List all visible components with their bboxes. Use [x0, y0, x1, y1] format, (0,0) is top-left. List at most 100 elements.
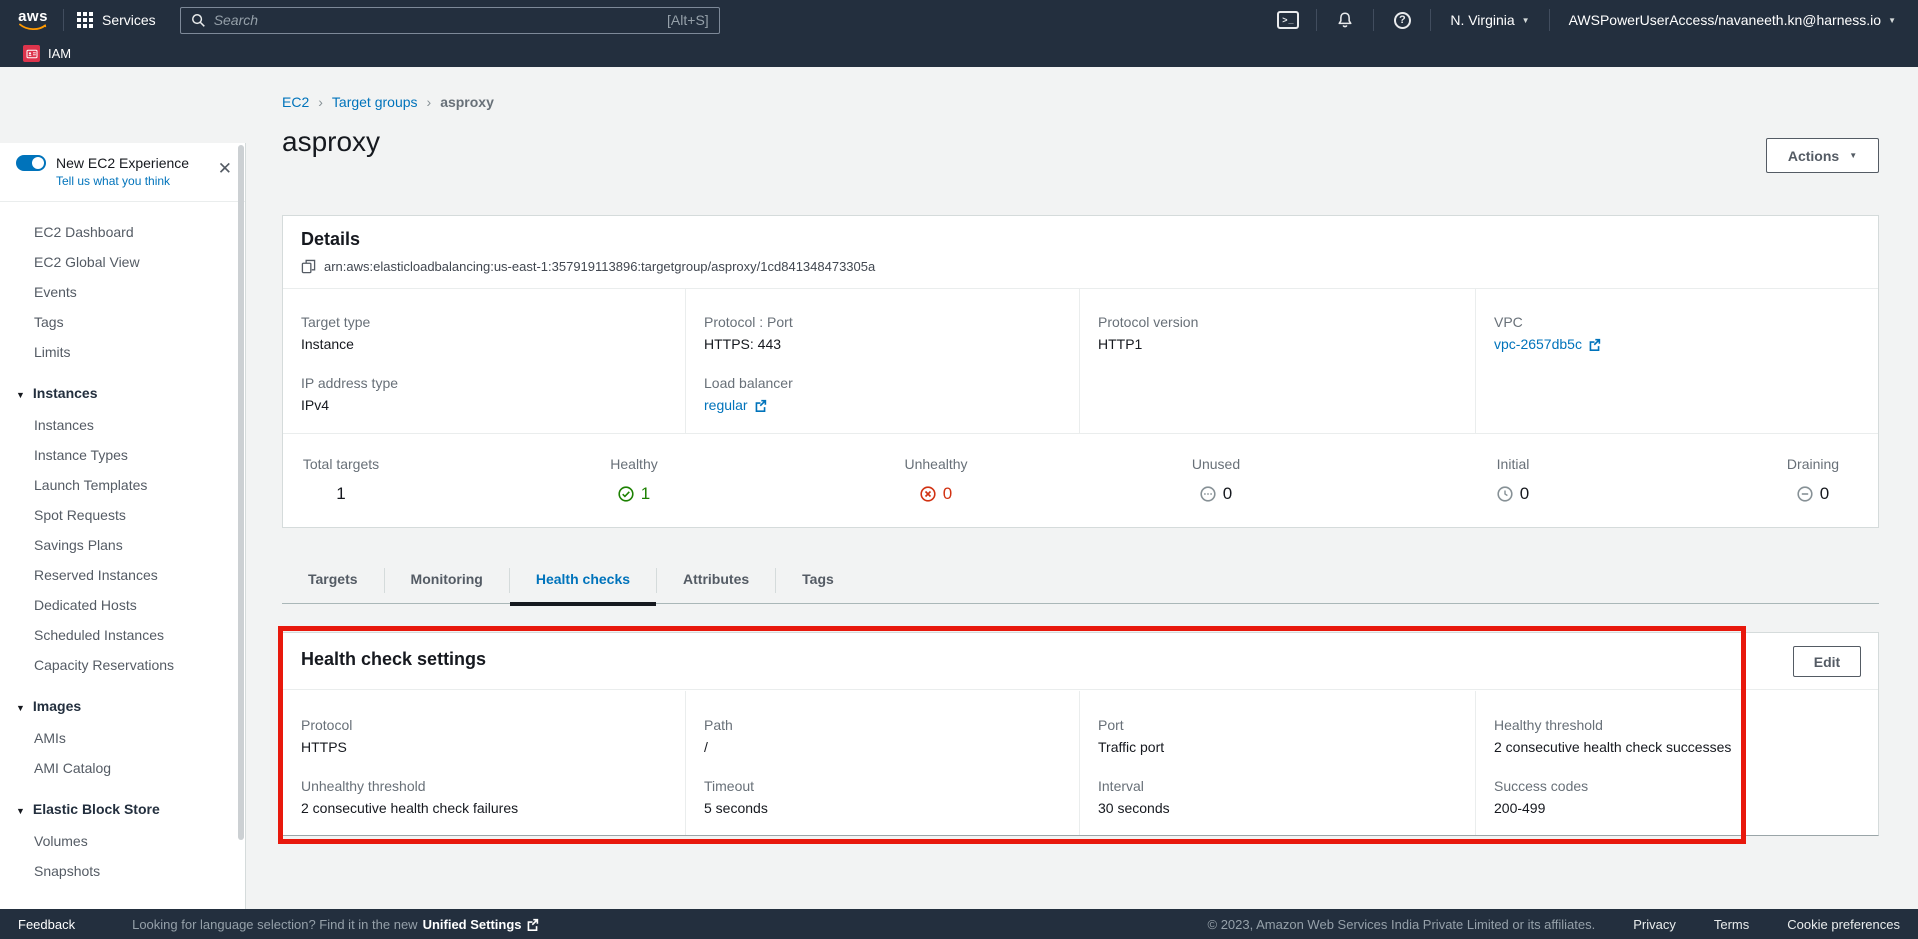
sidebar-item-limits[interactable]: Limits — [0, 337, 245, 367]
aws-logo[interactable]: aws — [16, 10, 50, 31]
sidebar-section-elastic-block-store[interactable]: ▼Elastic Block Store — [0, 794, 245, 826]
target-group-tabs: Targets Monitoring Health checks Attribu… — [282, 558, 1879, 604]
health-check-settings-title: Health check settings — [301, 649, 1860, 670]
edit-button[interactable]: Edit — [1793, 646, 1861, 677]
chevron-down-icon: ▼ — [1849, 151, 1857, 160]
cloudshell-icon[interactable]: >_ — [1273, 11, 1303, 29]
ellipsis-circle-icon — [1200, 486, 1216, 502]
sidebar-item-ec2-global-view[interactable]: EC2 Global View — [0, 247, 245, 277]
field-label: Healthy threshold — [1494, 717, 1860, 733]
sidebar-item-amis[interactable]: AMIs — [0, 723, 245, 753]
field-label: Timeout — [704, 778, 1061, 794]
services-menu-button[interactable]: Services — [77, 12, 156, 28]
field-label: Path — [704, 717, 1061, 733]
health-check-settings-card: Health check settings Edit Protocol HTTP… — [282, 632, 1879, 836]
divider — [1373, 9, 1374, 31]
breadcrumb-separator-icon: › — [318, 94, 323, 110]
top-navigation-bar: aws Services [Alt+S] >_ ? N. Virginia ▼ … — [0, 0, 1918, 40]
close-icon[interactable]: ✕ — [218, 159, 232, 179]
unified-settings-link[interactable]: Unified Settings — [423, 917, 539, 932]
tab-targets[interactable]: Targets — [282, 558, 384, 603]
language-prompt: Looking for language selection? Find it … — [132, 917, 417, 932]
field-label: Interval — [1098, 778, 1457, 794]
search-input[interactable] — [214, 12, 659, 28]
new-experience-label: New EC2 Experience — [56, 155, 189, 171]
new-experience-toggle[interactable] — [16, 155, 46, 171]
breadcrumb: EC2 › Target groups › asproxy — [282, 94, 494, 110]
field-value: 200-499 — [1494, 800, 1860, 816]
field-value: HTTPS: 443 — [704, 336, 1061, 352]
details-card: Details arn:aws:elasticloadbalancing:us-… — [282, 215, 1879, 528]
vpc-link[interactable]: vpc-2657db5c — [1494, 336, 1860, 352]
sidebar-section-images[interactable]: ▼Images — [0, 691, 245, 723]
details-title: Details — [301, 229, 1860, 250]
sidebar-item-dedicated-hosts[interactable]: Dedicated Hosts — [0, 590, 245, 620]
sidebar-item-instance-types[interactable]: Instance Types — [0, 440, 245, 470]
help-icon[interactable]: ? — [1387, 12, 1417, 29]
feedback-link[interactable]: Feedback — [18, 917, 75, 932]
tab-health-checks[interactable]: Health checks — [510, 558, 656, 603]
sidebar-item-instances[interactable]: Instances — [0, 410, 245, 440]
breadcrumb-target-groups[interactable]: Target groups — [332, 94, 418, 110]
sidebar-section-instances[interactable]: ▼Instances — [0, 378, 245, 410]
field-value: HTTPS — [301, 739, 667, 755]
privacy-link[interactable]: Privacy — [1633, 917, 1676, 932]
stat-healthy: Healthy 1 — [534, 456, 734, 507]
field-value: 5 seconds — [704, 800, 1061, 816]
sidebar-item-savings-plans[interactable]: Savings Plans — [0, 530, 245, 560]
sidebar-item-snapshots[interactable]: Snapshots — [0, 856, 245, 886]
sidebar-item-capacity-reservations[interactable]: Capacity Reservations — [0, 650, 245, 680]
region-selector[interactable]: N. Virginia ▼ — [1444, 12, 1535, 28]
sidebar-item-ami-catalog[interactable]: AMI Catalog — [0, 753, 245, 783]
external-link-icon — [1588, 338, 1601, 351]
field-label: Port — [1098, 717, 1457, 733]
terms-link[interactable]: Terms — [1714, 917, 1749, 932]
health-check-column-3: Port Traffic port Interval 30 seconds — [1079, 691, 1475, 835]
field-value: Traffic port — [1098, 739, 1457, 755]
stat-unhealthy: Unhealthy 0 — [836, 456, 1036, 507]
footer: Feedback Looking for language selection?… — [0, 909, 1918, 939]
sidebar-item-scheduled-instances[interactable]: Scheduled Instances — [0, 620, 245, 650]
sidebar-item-tags[interactable]: Tags — [0, 307, 245, 337]
iam-service-icon — [23, 45, 40, 62]
chevron-down-icon: ▼ — [1522, 16, 1530, 25]
sidebar-item-reserved-instances[interactable]: Reserved Instances — [0, 560, 245, 590]
breadcrumb-ec2[interactable]: EC2 — [282, 94, 309, 110]
sidebar-item-ec2-dashboard[interactable]: EC2 Dashboard — [0, 217, 245, 247]
load-balancer-link[interactable]: regular — [704, 397, 1061, 413]
field-value: 30 seconds — [1098, 800, 1457, 816]
tab-attributes[interactable]: Attributes — [657, 558, 775, 603]
field-label: Unhealthy threshold — [301, 778, 667, 794]
sidebar-scrollbar[interactable] — [238, 145, 244, 840]
sidebar-item-volumes[interactable]: Volumes — [0, 826, 245, 856]
search-icon — [191, 13, 206, 28]
clock-circle-icon — [1497, 486, 1513, 502]
details-column-3: Protocol version HTTP1 — [1079, 289, 1475, 433]
global-search-box[interactable]: [Alt+S] — [180, 7, 720, 34]
tab-monitoring[interactable]: Monitoring — [385, 558, 509, 603]
breadcrumb-separator-icon: › — [427, 94, 432, 110]
field-value: Instance — [301, 336, 667, 352]
x-circle-icon — [920, 486, 936, 502]
tell-us-link[interactable]: Tell us what you think — [56, 174, 231, 188]
aws-smile-icon — [19, 23, 47, 31]
services-label: Services — [102, 12, 156, 28]
account-menu[interactable]: AWSPowerUserAccess/navaneeth.kn@harness.… — [1563, 12, 1902, 28]
copy-icon[interactable] — [301, 259, 316, 274]
health-check-column-2: Path / Timeout 5 seconds — [685, 691, 1079, 835]
field-label: Protocol — [301, 717, 667, 733]
target-health-summary: Total targets 1 Healthy 1 Unhealthy 0 Un… — [283, 433, 1878, 527]
account-label: AWSPowerUserAccess/navaneeth.kn@harness.… — [1569, 12, 1882, 28]
stat-draining: Draining 0 — [1713, 456, 1913, 507]
notifications-bell-icon[interactable] — [1330, 11, 1360, 29]
minus-circle-icon — [1797, 486, 1813, 502]
cookie-preferences-link[interactable]: Cookie preferences — [1787, 917, 1900, 932]
sidebar-item-events[interactable]: Events — [0, 277, 245, 307]
actions-button[interactable]: Actions ▼ — [1766, 138, 1879, 173]
tab-tags[interactable]: Tags — [776, 558, 860, 603]
iam-shortcut-link[interactable]: IAM — [48, 46, 71, 61]
triangle-down-icon: ▼ — [16, 693, 25, 723]
sidebar-item-spot-requests[interactable]: Spot Requests — [0, 500, 245, 530]
divider — [1549, 9, 1550, 31]
sidebar-item-launch-templates[interactable]: Launch Templates — [0, 470, 245, 500]
